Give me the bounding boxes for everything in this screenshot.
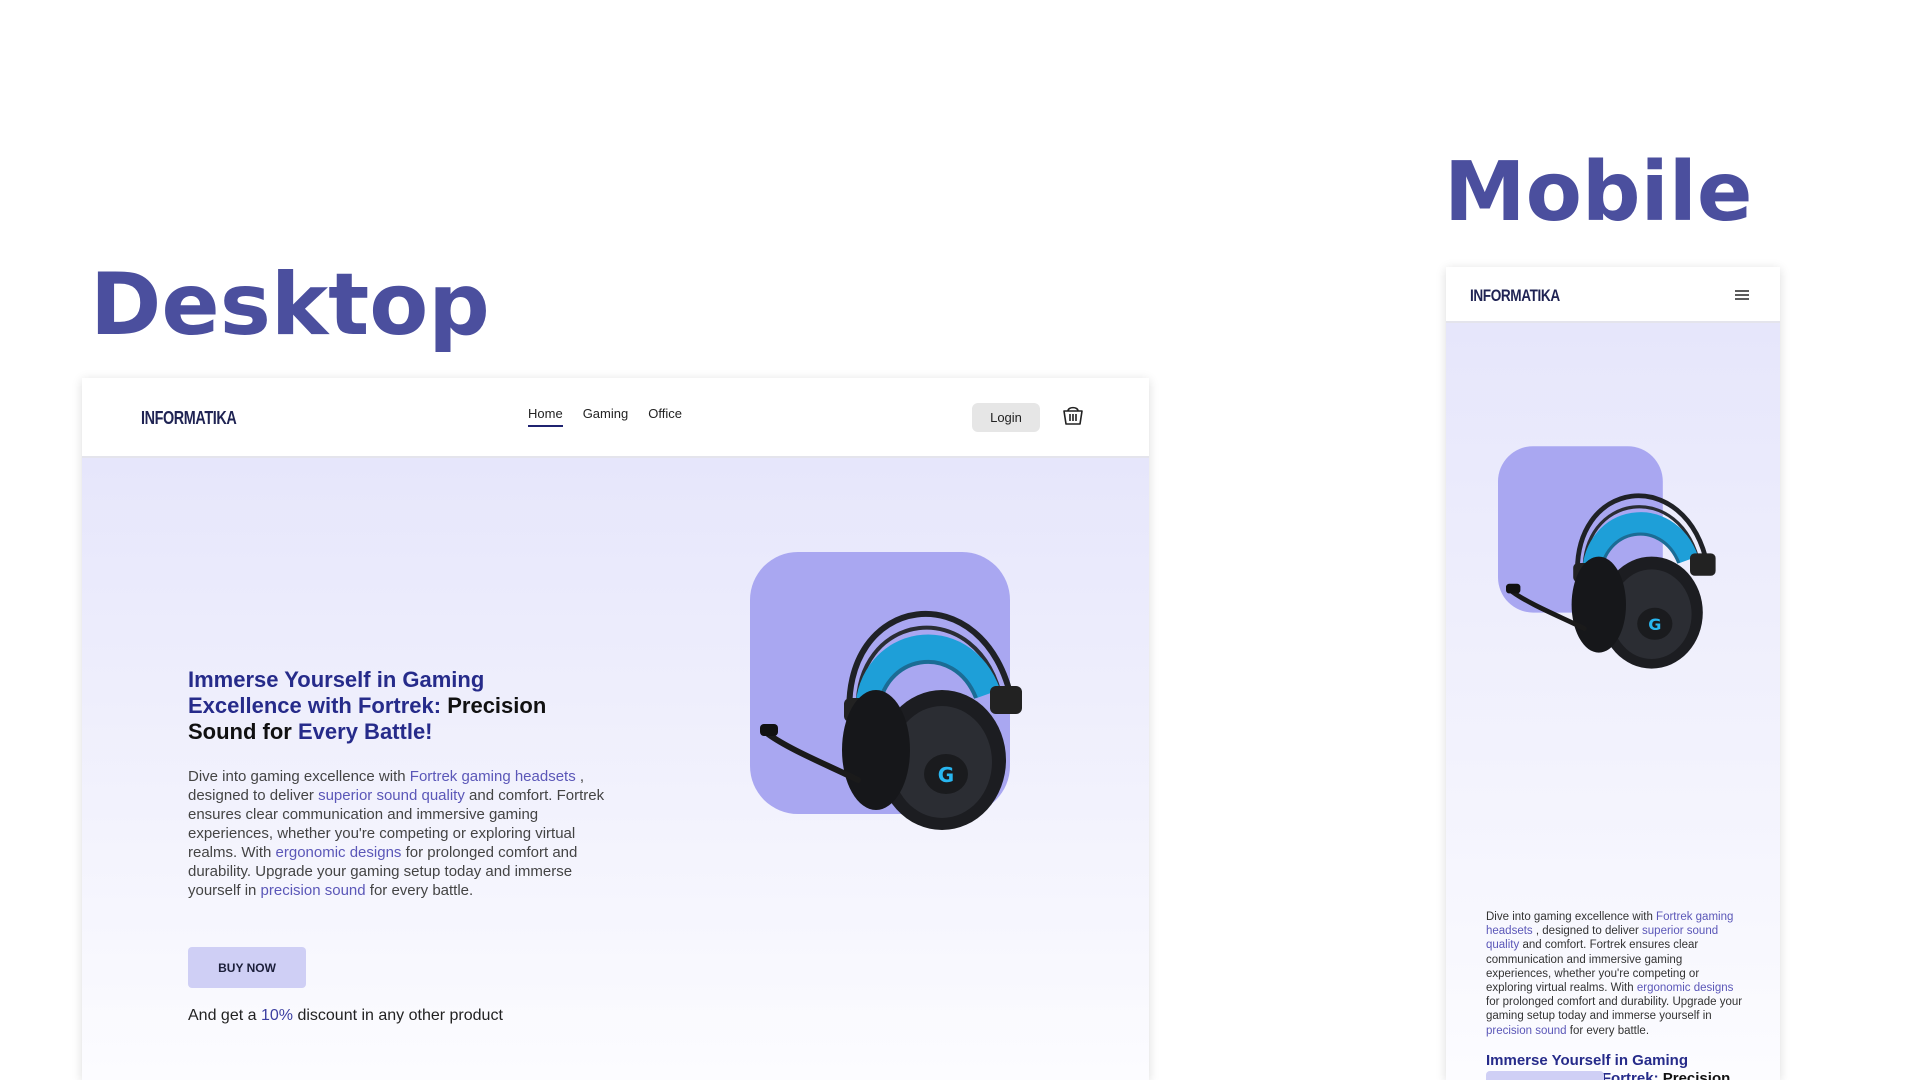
buy-now-button[interactable]: BUY NOW [188, 947, 306, 988]
headset-image: G [750, 552, 1050, 844]
desktop-mockup: INFORMATIKA Home Gaming Office Login Imm… [82, 378, 1149, 1080]
nav-item-office[interactable]: Office [648, 406, 682, 427]
headset-image: G [1498, 445, 1738, 681]
desktop-section-label: Desktop [90, 255, 490, 355]
discount-text: And get a 10% discount in any other prod… [188, 1007, 503, 1024]
cart-icon[interactable] [1061, 403, 1085, 427]
svg-text:G: G [1648, 615, 1661, 634]
mobile-navbar: INFORMATIKA [1446, 267, 1780, 323]
svg-text:G: G [938, 763, 954, 787]
mobile-section-label: Mobile [1444, 145, 1753, 240]
desktop-navbar: INFORMATIKA Home Gaming Office Login [82, 378, 1149, 458]
hero-description: Dive into gaming excellence with Fortrek… [188, 768, 605, 899]
brand-logo[interactable]: INFORMATIKA [1470, 286, 1560, 306]
nav-item-home[interactable]: Home [528, 406, 563, 427]
hero-description: Dive into gaming excellence with Fortrek… [1486, 911, 1743, 1037]
buy-now-button[interactable]: BUY NOW [1486, 1071, 1604, 1080]
brand-logo[interactable]: INFORMATIKA [141, 408, 237, 429]
desktop-nav-menu: Home Gaming Office [528, 406, 682, 427]
nav-item-gaming[interactable]: Gaming [583, 406, 629, 427]
hamburger-menu-icon[interactable] [1734, 287, 1750, 301]
mobile-hero: G Immerse Yourself in Gaming Excellence … [1446, 323, 1780, 1080]
mobile-mockup: INFORMATIKA G Immerse Yourself in Gaming… [1446, 267, 1780, 1080]
hero-headline: Immerse Yourself in Gaming Excellence wi… [188, 667, 547, 744]
desktop-hero: Immerse Yourself in Gaming Excellence wi… [82, 458, 1149, 1080]
login-button[interactable]: Login [972, 403, 1040, 432]
